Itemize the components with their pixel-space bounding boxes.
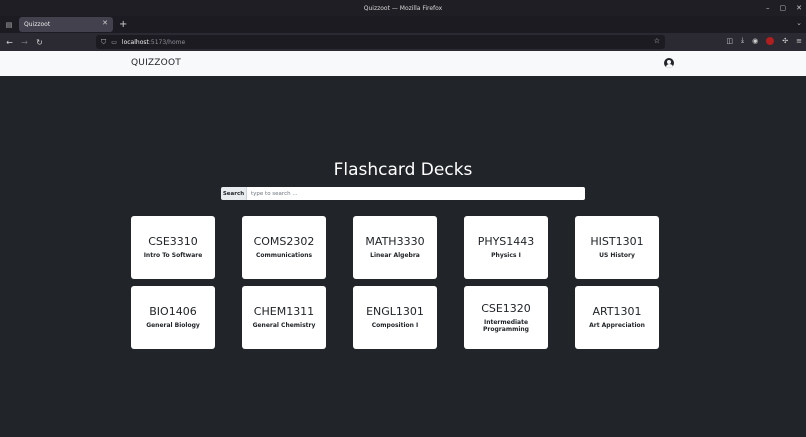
deck-card[interactable]: MATH3330 Linear Algebra	[353, 216, 437, 279]
forward-icon[interactable]: →	[17, 38, 32, 47]
pocket-icon[interactable]: ◫	[726, 37, 733, 45]
navigation-toolbar: ← → ↻ ⛉ ▭ localhost :5173/home ☆ ◫ ⤓ ◉ ✣…	[0, 33, 806, 51]
back-icon[interactable]: ←	[2, 38, 17, 47]
deck-code: CSE1320	[481, 301, 531, 315]
deck-card[interactable]: HIST1301 US History	[575, 216, 659, 279]
deck-card[interactable]: CSE1320 Intermediate Programming	[464, 286, 548, 349]
deck-name: Intro To Software	[143, 252, 203, 260]
extensions-icon[interactable]: ✣	[782, 37, 788, 45]
deck-card[interactable]: CHEM1311 General Chemistry	[242, 286, 326, 349]
search-input[interactable]	[247, 187, 585, 200]
brand-logo-text[interactable]: QUIZZOOT	[131, 58, 181, 68]
deck-name: General Chemistry	[252, 322, 316, 330]
url-host: localhost	[121, 38, 149, 46]
deck-code: MATH3330	[365, 235, 425, 249]
deck-card[interactable]: PHYS1443 Physics I	[464, 216, 548, 279]
deck-card[interactable]: CSE3310 Intro To Software	[131, 216, 215, 279]
app-navbar: QUIZZOOT	[0, 51, 806, 76]
deck-code: PHYS1443	[477, 235, 535, 249]
deck-card[interactable]: COMS2302 Communications	[242, 216, 326, 279]
deck-code: COMS2302	[253, 235, 315, 249]
deck-code: BIO1406	[149, 305, 197, 319]
deck-code: HIST1301	[590, 235, 644, 249]
deck-card[interactable]: BIO1406 General Biology	[131, 286, 215, 349]
page-title: Flashcard Decks	[333, 160, 473, 180]
deck-code: ART1301	[592, 305, 642, 319]
shield-icon[interactable]: ⛉	[101, 38, 106, 47]
window-title: Quizzoot — Mozilla Firefox	[363, 4, 443, 12]
deck-code: CSE3310	[148, 235, 198, 249]
tab-quizzoot[interactable]: Quizzoot ✕	[19, 17, 113, 32]
minimize-icon[interactable]: –	[766, 4, 770, 12]
deck-name: Art Appreciation	[589, 322, 645, 330]
deck-name: US History	[599, 252, 635, 260]
deck-name: General Biology	[146, 322, 200, 330]
maximize-icon[interactable]: ▢	[780, 4, 787, 12]
firefox-view-icon[interactable]: ▤	[0, 16, 18, 33]
reload-icon[interactable]: ↻	[32, 38, 47, 47]
deck-card[interactable]: ENGL1301 Composition I	[353, 286, 437, 349]
deck-code: ENGL1301	[366, 305, 424, 319]
new-tab-icon[interactable]: +	[119, 19, 127, 30]
url-path: :5173/home	[148, 38, 186, 46]
close-window-icon[interactable]: ✕	[796, 4, 802, 12]
deck-name: Composition I	[371, 322, 419, 330]
window-controls: – ▢ ✕	[766, 0, 802, 16]
tab-close-icon[interactable]: ✕	[102, 19, 108, 27]
deck-name: Physics I	[491, 252, 521, 260]
deck-name: Linear Algebra	[370, 252, 420, 260]
deck-code: CHEM1311	[253, 305, 315, 319]
deck-grid: CSE3310 Intro To Software COMS2302 Commu…	[131, 216, 659, 349]
toolbar-icons: ◫ ⤓ ◉ ✣ ≡	[726, 36, 802, 45]
profile-icon[interactable]	[664, 58, 674, 68]
deck-name: Communications	[255, 252, 313, 260]
bookmark-star-icon[interactable]: ☆	[654, 37, 660, 45]
account-icon[interactable]: ◉	[752, 37, 758, 45]
window-titlebar: Quizzoot — Mozilla Firefox – ▢ ✕	[0, 0, 806, 16]
tab-title: Quizzoot	[24, 21, 51, 28]
menu-icon[interactable]: ≡	[796, 37, 802, 45]
deck-card[interactable]: ART1301 Art Appreciation	[575, 286, 659, 349]
ublock-icon[interactable]	[766, 36, 775, 45]
search-group: Search	[221, 187, 585, 200]
tab-strip: ▤ Quizzoot ✕ + ⌄	[0, 16, 806, 33]
page-info-icon[interactable]: ▭	[111, 39, 117, 46]
list-tabs-icon[interactable]: ⌄	[796, 19, 802, 27]
url-bar[interactable]: ⛉ ▭ localhost :5173/home ☆	[96, 35, 665, 49]
search-label: Search	[221, 187, 247, 200]
deck-name: Intermediate Programming	[483, 318, 529, 334]
downloads-icon[interactable]: ⤓	[741, 36, 744, 45]
